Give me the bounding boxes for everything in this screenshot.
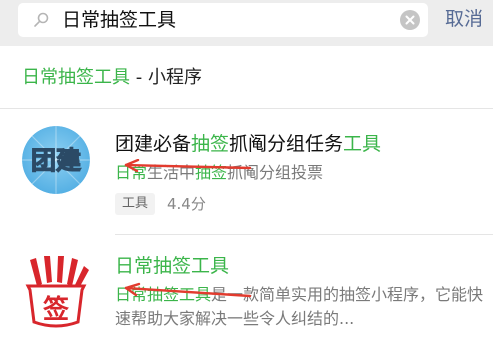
- desc-part-highlight: 日常抽签工具: [115, 285, 212, 304]
- search-input[interactable]: 日常抽签工具: [18, 3, 428, 37]
- name-part-highlight: 工具: [343, 133, 382, 155]
- teambuilding-app-icon: 团建: [22, 126, 90, 194]
- section-title-highlight: 日常抽签工具: [22, 67, 130, 88]
- desc-part-highlight: 日常: [115, 163, 148, 182]
- name-part-highlight: 抽签: [191, 133, 230, 155]
- desc-part-highlight: 抽签: [195, 163, 228, 182]
- name-part: 团建必备: [115, 133, 192, 155]
- name-part: 抓阄分组任务: [229, 133, 344, 155]
- desc-part: 生活中: [147, 163, 196, 182]
- cancel-button[interactable]: 取消: [445, 6, 483, 32]
- search-query: 日常抽签工具: [62, 9, 177, 31]
- category-tag: 工具: [115, 193, 156, 215]
- clear-icon[interactable]: [400, 10, 420, 30]
- search-bar: 日常抽签工具 取消: [0, 0, 493, 46]
- desc-part: 抓阄分组投票: [227, 163, 324, 182]
- section-title-suffix: - 小程序: [130, 67, 202, 88]
- rating-text: 4.4分: [167, 195, 206, 213]
- section-title: 日常抽签工具 - 小程序: [22, 66, 202, 90]
- daily-draw-app-icon: 签: [20, 256, 92, 332]
- app-description: 日常生活中抽签抓阄分组投票: [115, 161, 323, 185]
- name-part-highlight: 日常抽签工具: [115, 255, 230, 277]
- daily-draw-title: 日常抽签工具: [115, 253, 229, 279]
- app-name: 团建必备抽签抓阄分组任务工具: [115, 131, 381, 157]
- daily-draw-description: 日常抽签工具是一款简单实用的抽签小程序，它能快速帮助大家解决一些令人纠结的...: [115, 283, 490, 331]
- result-item-teambuilding[interactable]: 团建 团建必备抽签抓阄分组任务工具 日常生活中抽签抓阄分组投票 工具 4.4分: [0, 108, 493, 234]
- search-icon: [34, 12, 49, 27]
- daily-draw-icon-text: 签: [43, 294, 70, 325]
- teambuilding-icon-text: 团建: [31, 146, 81, 175]
